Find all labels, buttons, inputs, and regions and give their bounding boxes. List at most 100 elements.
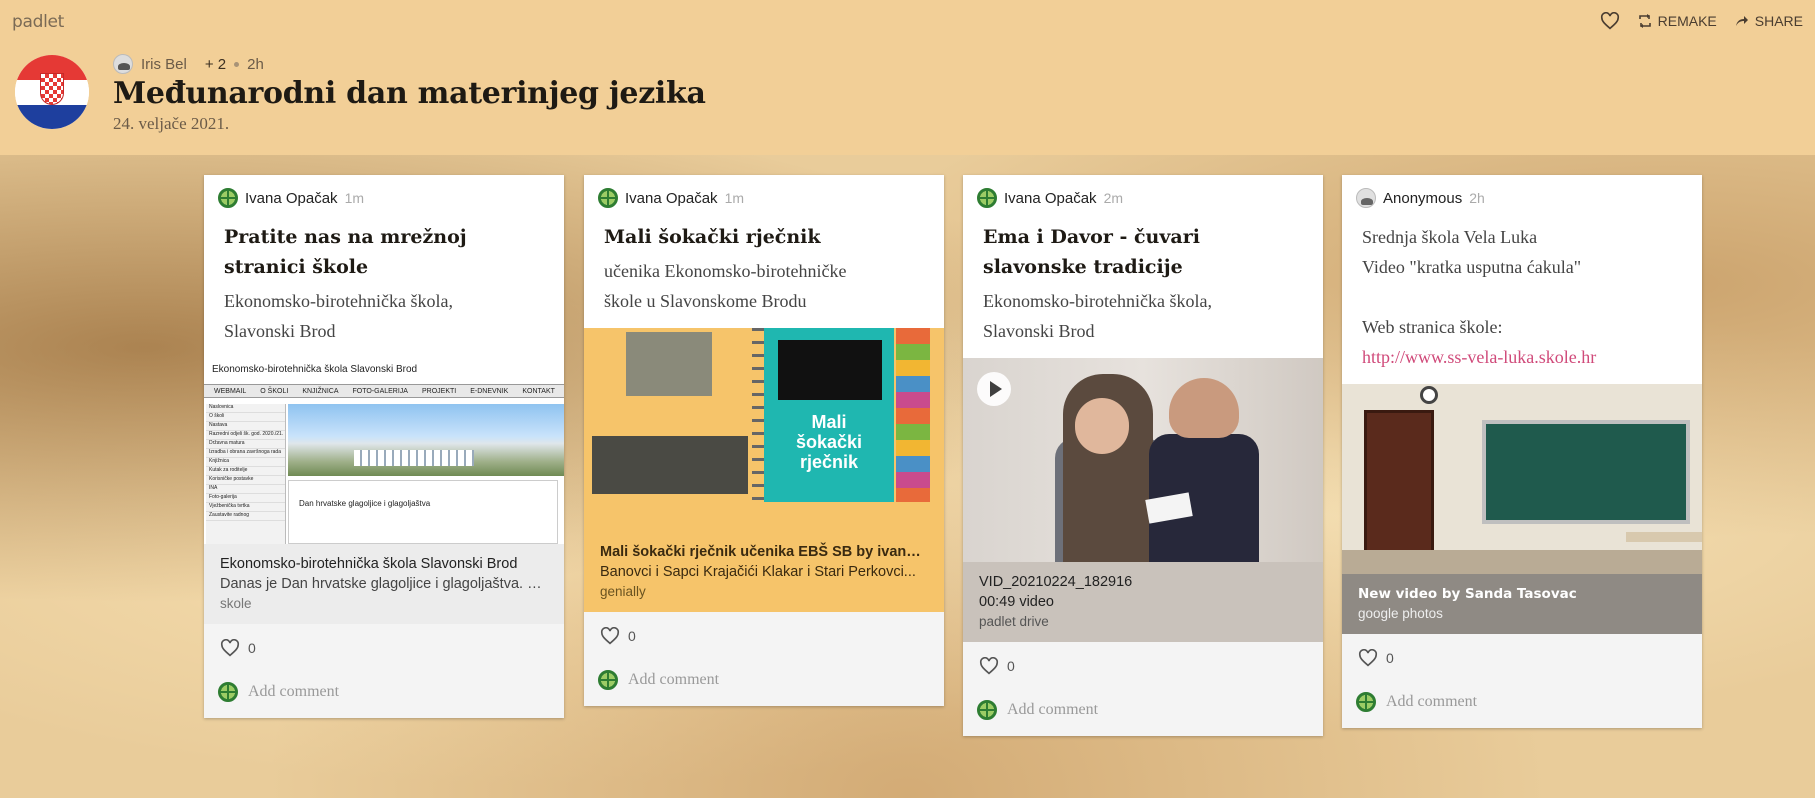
group-photo — [592, 436, 748, 494]
video-attachment[interactable]: VID_20210224_182916 00:49 video padlet d… — [963, 358, 1323, 642]
attachment-source: skole — [220, 596, 252, 611]
post-card[interactable]: Ivana Opačak 1m Mali šokački rječnik uče… — [584, 175, 944, 706]
preview-side-item: Vježbenička tvrtka — [206, 503, 285, 512]
link-attachment[interactable]: Mali šokački rječnik Mali šokački rječni… — [584, 328, 944, 612]
preview-side-item: Naslovnica — [206, 404, 285, 413]
like-count: 0 — [628, 628, 636, 644]
post-body: Srednja škola Vela Luka Video "kratka us… — [1356, 222, 1688, 384]
attachment-title: Ekonomsko-birotehnička škola Slavonski B… — [220, 556, 518, 572]
heart-icon[interactable] — [600, 627, 620, 645]
genially-preview-image: Mali šokački rječnik — [584, 328, 944, 532]
like-board-button[interactable] — [1600, 12, 1620, 30]
preview-menu-item: KNJIŽNICA — [302, 387, 339, 395]
add-comment-input[interactable]: Add comment — [1386, 693, 1477, 711]
board-subtitle: 24. veljače 2021. — [113, 114, 230, 133]
heart-icon[interactable] — [1358, 649, 1378, 667]
post-body-line: Srednja škola Vela Luka — [1362, 227, 1538, 247]
preview-side-item: Knjižnica — [206, 458, 285, 467]
globe-avatar-icon — [977, 188, 997, 208]
like-count: 0 — [1007, 658, 1015, 674]
post-body-line: Slavonski Brod — [983, 321, 1095, 341]
share-icon — [1735, 16, 1748, 26]
post-body: Ekonomsko-birotehnička škola, Slavonski … — [218, 286, 550, 358]
remake-label: REMAKE — [1657, 13, 1717, 29]
attachment-source: padlet drive — [979, 614, 1049, 629]
post-author: Ivana Opačak — [625, 189, 718, 207]
post-time: 1m — [344, 190, 365, 206]
remake-icon — [1638, 14, 1651, 28]
post-body-line: učenika Ekonomsko-birotehničke — [604, 261, 847, 281]
add-comment-input[interactable]: Add comment — [628, 671, 719, 689]
attachment-title: Mali šokački rječnik učenika EBŠ SB by i… — [600, 544, 928, 560]
school-building — [354, 450, 474, 466]
post-card[interactable]: Ivana Opačak 1m Pratite nas na mrežnoj s… — [204, 175, 564, 718]
preview-menu-item: WEBMAIL — [214, 387, 247, 395]
add-comment-input[interactable]: Add comment — [1007, 701, 1098, 719]
video-thumbnail — [963, 358, 1323, 562]
preview-side-item: Razredni odjeli šk. god. 2020./21. — [206, 431, 285, 440]
remake-button[interactable]: REMAKE — [1638, 13, 1717, 29]
post-time: 1m — [724, 190, 745, 206]
post-body-line: Slavonski Brod — [224, 321, 336, 341]
board-avatar-croatian-flag — [15, 55, 89, 129]
preview-menu: WEBMAIL O ŠKOLI KNJIŽNICA FOTO-GALERIJA … — [204, 384, 564, 398]
comment-row: Add comment — [1342, 682, 1702, 728]
attachment-title: VID_20210224_182916 — [979, 574, 1133, 590]
likes-row: 0 — [1342, 634, 1702, 682]
board-author[interactable]: Iris Bel — [141, 56, 187, 73]
link-attachment[interactable]: Ekonomsko-birotehnička škola Slavonski B… — [204, 358, 564, 624]
post-body-line: Ekonomsko-birotehnička škola, — [224, 291, 453, 311]
heart-icon[interactable] — [979, 657, 999, 675]
preview-side-item: INA — [206, 485, 285, 494]
clock-icon — [1420, 386, 1438, 404]
attachment-title: New video by Sanda Tasovac — [1358, 586, 1577, 602]
like-count: 0 — [1386, 650, 1394, 666]
post-title: Pratite nas na mrežnoj stranici škole — [224, 226, 467, 278]
attachment-desc: 00:49 video — [979, 594, 1054, 610]
collaborators-count[interactable]: + 2 — [205, 56, 226, 73]
school-website-link[interactable]: http://www.ss-vela-luka.skole.hr — [1362, 347, 1596, 367]
comment-row: Add comment — [584, 660, 944, 706]
attachment-desc: Banovci i Sapci Krajačići Klakar i Stari… — [600, 564, 916, 580]
attachment-caption: Ekonomsko-birotehnička škola Slavonski B… — [204, 544, 564, 624]
post-body-line — [1362, 282, 1688, 312]
video-attachment[interactable]: New video by Sanda Tasovac google photos — [1342, 384, 1702, 634]
preview-side-item: Kutak za roditelje — [206, 467, 285, 476]
preview-menu-item: PROJEKTI — [421, 387, 457, 395]
play-icon[interactable] — [977, 372, 1011, 406]
preview-side-item: Zaustavite radnog — [206, 512, 285, 521]
anonymous-avatar-icon — [1356, 188, 1376, 208]
add-comment-input[interactable]: Add comment — [248, 683, 339, 701]
padlet-logo[interactable]: padlet — [12, 12, 64, 32]
attachment-caption: VID_20210224_182916 00:49 video padlet d… — [963, 562, 1323, 642]
preview-side-item: Foto-galerija — [206, 494, 285, 503]
preview-side-item: Nastava — [206, 422, 285, 431]
share-button[interactable]: SHARE — [1735, 13, 1803, 29]
globe-avatar-icon — [598, 670, 618, 690]
heart-icon[interactable] — [220, 639, 240, 657]
attachment-desc: Danas je Dan hrvatske glagoljice i glago… — [220, 576, 548, 592]
preview-news: Dan hrvatske glagoljice i glagoljaštva — [288, 480, 558, 544]
cover-title-box — [778, 340, 882, 400]
post-time: 2m — [1103, 190, 1124, 206]
globe-avatar-icon — [598, 188, 618, 208]
preview-site-header: Ekonomsko-birotehnička škola Slavonski B… — [212, 364, 418, 375]
post-author: Anonymous — [1383, 189, 1463, 207]
board-meta: Iris Bel + 2 2h — [113, 54, 264, 74]
group-photo — [626, 332, 712, 396]
preview-side-item: O školi — [206, 413, 285, 422]
preview-menu-item: KONTAKT — [522, 387, 555, 395]
post-author: Ivana Opačak — [1004, 189, 1097, 207]
top-actions: REMAKE SHARE — [1600, 12, 1803, 30]
attachment-caption: New video by Sanda Tasovac google photos — [1342, 574, 1702, 634]
website-preview-image: Ekonomsko-birotehnička škola Slavonski B… — [204, 358, 564, 544]
author-avatar — [113, 54, 133, 74]
board-title: Međunarodni dan materinjeg jezika — [113, 76, 706, 111]
preview-menu-item: O ŠKOLI — [260, 387, 289, 395]
post-card[interactable]: Ivana Opačak 2m Ema i Davor - čuvari sla… — [963, 175, 1323, 736]
post-card[interactable]: Anonymous 2h Srednja škola Vela Luka Vid… — [1342, 175, 1702, 728]
globe-avatar-icon — [218, 682, 238, 702]
preview-menu-item: FOTO-GALERIJA — [352, 387, 408, 395]
globe-avatar-icon — [1356, 692, 1376, 712]
comment-row: Add comment — [963, 690, 1323, 736]
